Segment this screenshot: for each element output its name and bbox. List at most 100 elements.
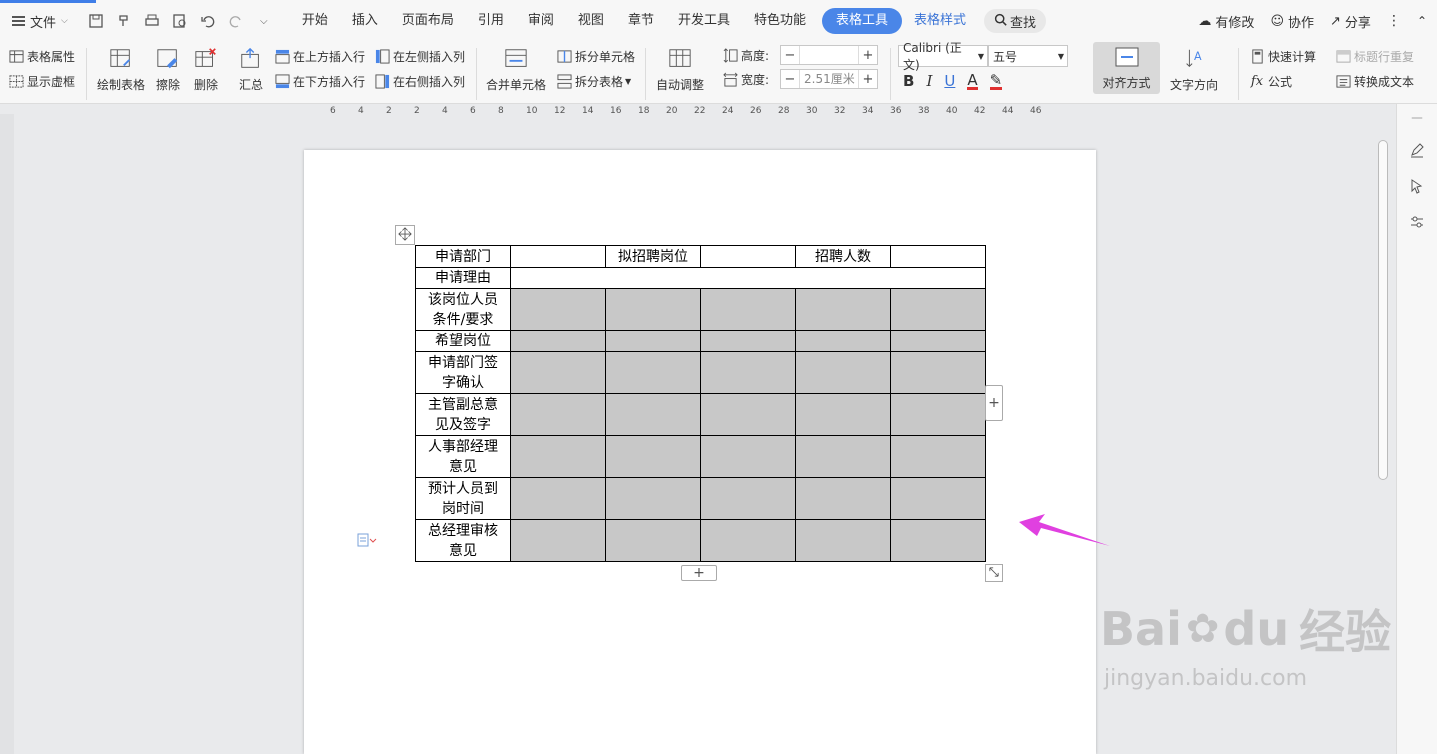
table-cell[interactable] — [510, 519, 606, 562]
table-cell[interactable]: 申请部门签 字确认 — [415, 351, 511, 394]
erase-button[interactable]: 擦除 — [155, 46, 181, 93]
collapse-panel-icon[interactable] — [1407, 108, 1427, 128]
delete-button[interactable]: 删除 — [193, 46, 219, 93]
file-menu-button[interactable]: 文件 ⌵ — [0, 6, 76, 36]
table-cell[interactable] — [795, 288, 891, 331]
table-cell[interactable]: 总经理审核 意见 — [415, 519, 511, 562]
tab-chapter[interactable]: 章节 — [616, 8, 666, 34]
split-cells-button[interactable]: 拆分单元格 — [556, 48, 635, 65]
table-cell[interactable] — [890, 245, 986, 268]
table-cell[interactable] — [510, 477, 606, 520]
table-cell[interactable] — [890, 519, 986, 562]
table-cell[interactable] — [605, 330, 701, 352]
undo-icon[interactable] — [196, 9, 220, 33]
table-cell[interactable]: 申请部门 — [415, 245, 511, 268]
width-input[interactable]: 2.51厘米 — [799, 70, 859, 88]
width-increase-button[interactable]: + — [859, 72, 877, 87]
add-row-button[interactable]: + — [681, 565, 717, 581]
save-icon[interactable] — [84, 9, 108, 33]
table-properties-button[interactable]: 表格属性 — [8, 48, 75, 65]
table-cell[interactable] — [795, 435, 891, 478]
convert-to-text-button[interactable]: 转换成文本 — [1335, 73, 1414, 90]
tab-view[interactable]: 视图 — [566, 8, 616, 34]
tab-insert[interactable]: 插入 — [340, 8, 390, 34]
font-color-icon[interactable]: A — [967, 72, 978, 90]
insert-col-left-button[interactable]: 在左侧插入列 — [374, 48, 465, 65]
summary-button[interactable]: 汇总 — [238, 46, 264, 93]
tab-table-tools[interactable]: 表格工具 — [821, 8, 902, 34]
pen-icon[interactable] — [1407, 140, 1427, 160]
table-cell[interactable] — [700, 330, 796, 352]
table-cell[interactable] — [890, 477, 986, 520]
table-cell[interactable] — [510, 245, 606, 268]
table-cell[interactable]: 预计人员到 岗时间 — [415, 477, 511, 520]
table-cell[interactable] — [890, 330, 986, 352]
table-cell[interactable] — [605, 519, 701, 562]
more-icon[interactable]: ⋮ — [1387, 13, 1401, 29]
auto-fit-button[interactable]: 自动调整 — [656, 46, 704, 93]
text-direction-button[interactable]: A 文字方向 — [1170, 46, 1218, 93]
table-cell[interactable] — [700, 435, 796, 478]
table-move-handle[interactable] — [395, 225, 415, 245]
height-increase-button[interactable]: + — [859, 48, 877, 63]
collab-button[interactable]: ☺ 协作 — [1270, 12, 1314, 31]
recruitment-table[interactable]: 申请部门 拟招聘岗位 招聘人数 申请理由 该岗位人员 条件/要求 希望岗位 申请部… — [415, 245, 986, 562]
insert-row-below-button[interactable]: 在下方插入行 — [274, 73, 365, 90]
width-stepper[interactable]: − 2.51厘米 + — [780, 69, 878, 89]
table-cell[interactable] — [700, 351, 796, 394]
quick-calc-button[interactable]: 快速计算 — [1249, 48, 1316, 65]
split-table-button[interactable]: 拆分表格 ▼ — [556, 73, 631, 90]
cursor-select-icon[interactable] — [1407, 176, 1427, 196]
table-cell[interactable] — [510, 393, 606, 436]
customize-toolbar-icon[interactable]: ⌵ — [252, 9, 276, 33]
table-cell[interactable]: 人事部经理 意见 — [415, 435, 511, 478]
insert-col-right-button[interactable]: 在右侧插入列 — [374, 73, 465, 90]
table-cell[interactable] — [890, 288, 986, 331]
show-gridlines-button[interactable]: 显示虚框 — [8, 73, 75, 90]
print-preview-icon[interactable] — [168, 9, 192, 33]
table-cell[interactable] — [890, 393, 986, 436]
search-button[interactable]: 查找 — [984, 9, 1047, 33]
width-decrease-button[interactable]: − — [781, 72, 799, 87]
table-cell[interactable]: 招聘人数 — [795, 245, 891, 268]
tab-features[interactable]: 特色功能 — [742, 8, 818, 34]
height-stepper[interactable]: − + — [780, 45, 878, 65]
bold-icon[interactable]: B — [903, 72, 914, 90]
tab-table-style[interactable]: 表格样式 — [902, 8, 978, 34]
settings-sliders-icon[interactable] — [1407, 212, 1427, 232]
format-painter-icon[interactable] — [112, 9, 136, 33]
merge-cells-button[interactable]: 合并单元格 — [486, 46, 546, 93]
table-cell[interactable] — [605, 435, 701, 478]
underline-icon[interactable]: U — [944, 72, 955, 90]
draw-table-button[interactable]: 绘制表格 — [97, 46, 145, 93]
print-icon[interactable] — [140, 9, 164, 33]
paste-options-icon[interactable] — [355, 532, 381, 551]
table-cell[interactable]: 该岗位人员 条件/要求 — [415, 288, 511, 331]
tab-references[interactable]: 引用 — [466, 8, 516, 34]
formula-button[interactable]: fx 公式 — [1249, 73, 1292, 90]
add-column-button[interactable]: + — [985, 385, 1003, 421]
table-cell[interactable] — [605, 393, 701, 436]
table-cell[interactable] — [890, 351, 986, 394]
table-cell[interactable] — [605, 477, 701, 520]
table-cell[interactable] — [605, 351, 701, 394]
table-cell[interactable]: 拟招聘岗位 — [605, 245, 701, 268]
table-cell[interactable] — [795, 519, 891, 562]
tab-developer[interactable]: 开发工具 — [666, 8, 742, 34]
table-cell[interactable] — [700, 393, 796, 436]
repeat-header-button[interactable]: 标题行重复 — [1335, 48, 1414, 65]
redo-icon[interactable] — [224, 9, 248, 33]
insert-row-above-button[interactable]: 在上方插入行 — [274, 48, 365, 65]
table-cell[interactable] — [510, 288, 606, 331]
table-cell[interactable] — [795, 477, 891, 520]
table-cell[interactable] — [510, 330, 606, 352]
table-cell[interactable] — [700, 477, 796, 520]
table-cell[interactable] — [510, 267, 986, 289]
table-cell[interactable] — [700, 245, 796, 268]
height-decrease-button[interactable]: − — [781, 48, 799, 63]
font-name-select[interactable]: Calibri (正文) ▼ — [898, 41, 988, 72]
highlight-icon[interactable]: ✎ — [989, 72, 1003, 90]
horizontal-ruler[interactable]: 6 4 2 2 4 6 8 10 12 14 16 18 20 22 24 26 28 30 32 34 36 38 40 4… — [304, 106, 1094, 120]
table-cell[interactable]: 希望岗位 — [415, 330, 511, 352]
table-cell[interactable]: 申请理由 — [415, 267, 511, 289]
